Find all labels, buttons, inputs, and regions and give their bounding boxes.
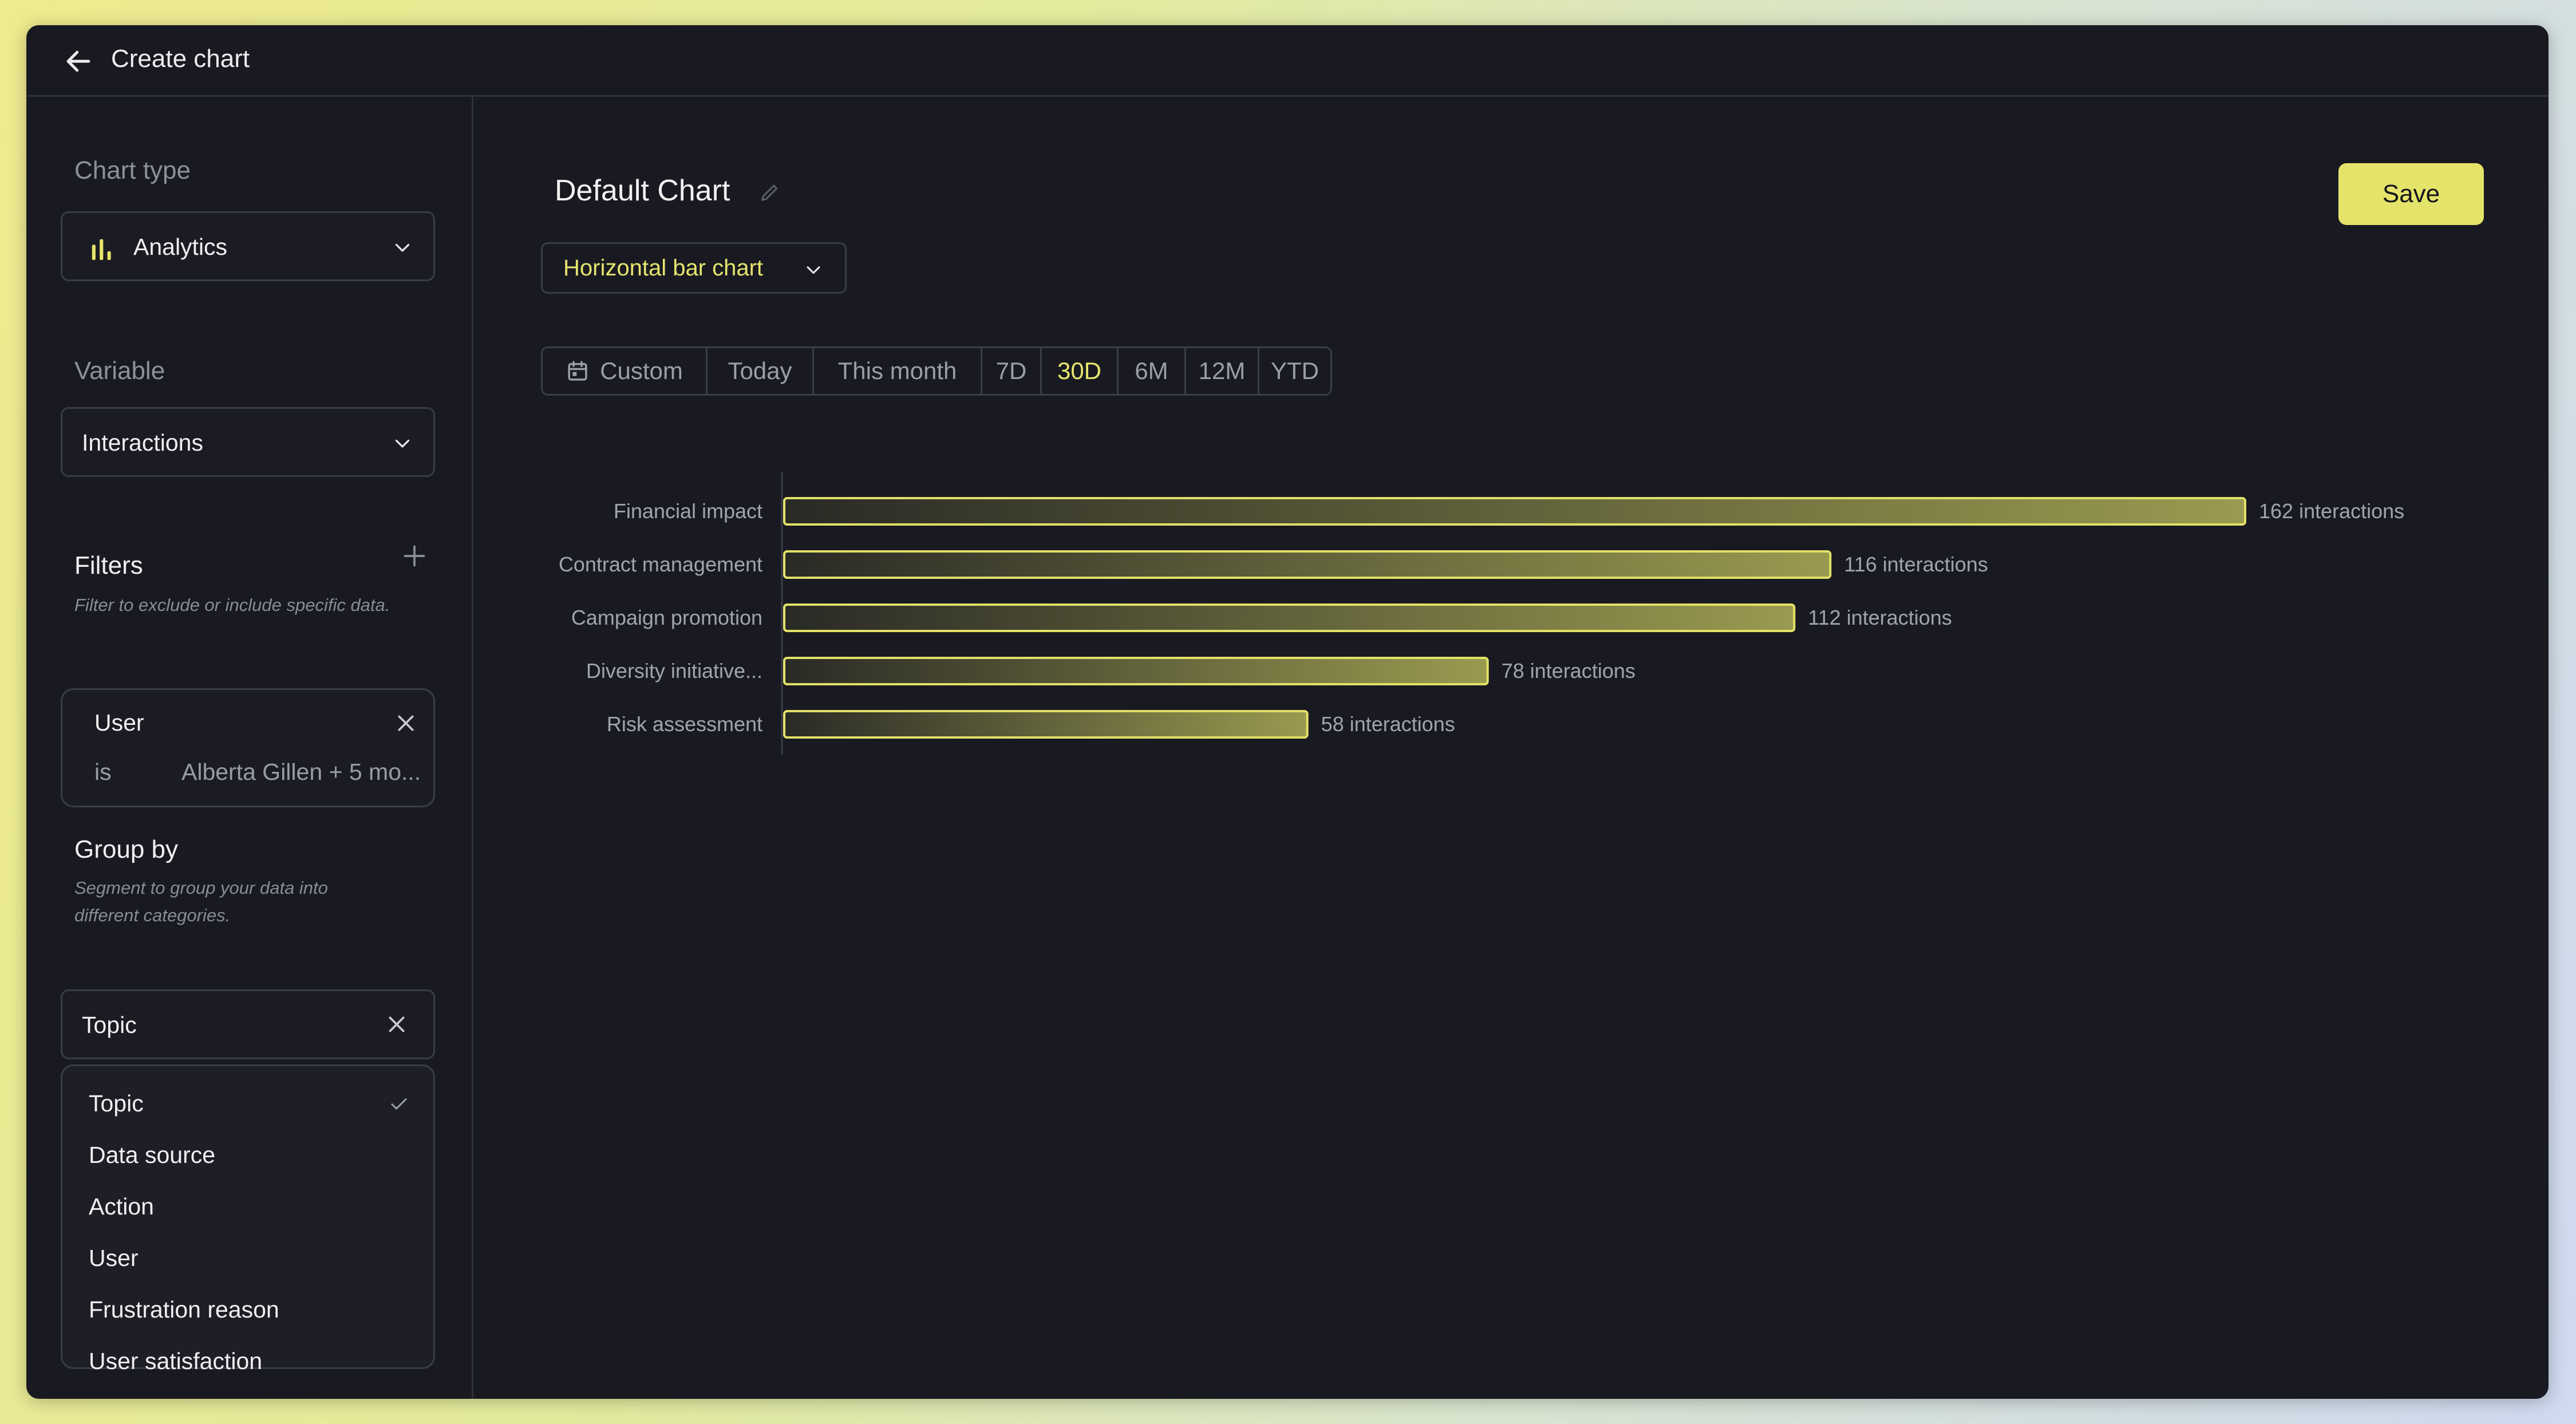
category-label: Diversity initiative...	[586, 659, 762, 683]
app-window: Create chart Chart type Analytics Variab…	[26, 25, 2549, 1399]
value-label: 162 interactions	[2259, 499, 2404, 523]
bar[interactable]	[783, 710, 1309, 739]
bar[interactable]	[783, 550, 1832, 579]
bar[interactable]	[783, 657, 1489, 685]
bar[interactable]	[783, 603, 1796, 632]
category-label: Risk assessment	[607, 712, 762, 736]
value-label: 116 interactions	[1844, 553, 1988, 576]
bar[interactable]	[783, 497, 2246, 526]
value-label: 78 interactions	[1502, 659, 1635, 683]
category-label: Financial impact	[614, 499, 762, 523]
value-label: 58 interactions	[1321, 712, 1455, 736]
category-label: Contract management	[559, 553, 762, 576]
value-label: 112 interactions	[1808, 606, 1952, 629]
horizontal-bar-chart: Financial impact 162 interactions Contract…	[559, 472, 2404, 755]
category-label: Campaign promotion	[571, 606, 762, 629]
